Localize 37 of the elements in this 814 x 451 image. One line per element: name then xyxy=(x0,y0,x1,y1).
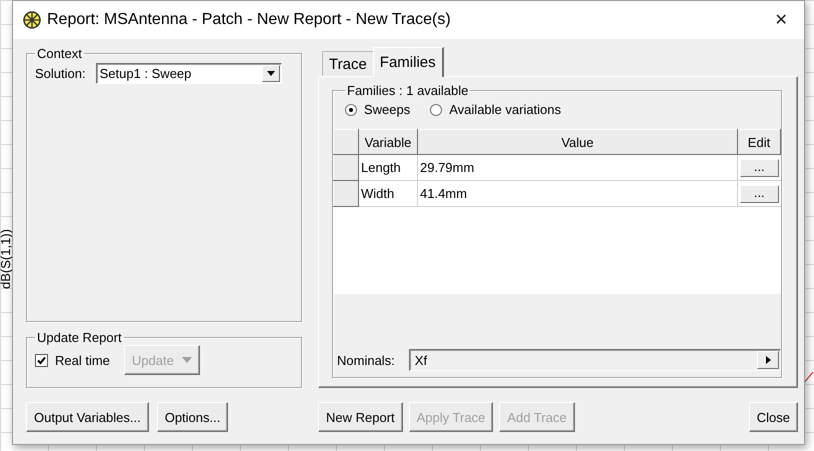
checkbox[interactable] xyxy=(35,354,48,366)
caret-icon xyxy=(182,357,192,363)
close-icon[interactable]: ✕ xyxy=(758,10,804,30)
tab[interactable]: Families xyxy=(372,47,444,77)
column-header: Variable xyxy=(358,130,418,154)
corner-header xyxy=(334,130,358,154)
solution-dropdown[interactable]: Setup1 : Sweep xyxy=(96,63,282,84)
window-title: Report: MSAntenna - Patch - New Report - New Trace(s) xyxy=(47,11,452,29)
plot-curve xyxy=(802,371,814,385)
group-title: Families : 1 available xyxy=(346,83,470,98)
nominals-label: Nominals: xyxy=(337,352,395,368)
column-header: Edit xyxy=(738,130,780,154)
table-cell: 29.79mm xyxy=(418,154,738,180)
edit-button[interactable]: ... xyxy=(740,184,778,202)
axis-label: dB(S(1,1)) xyxy=(0,229,11,289)
group-title: Update Report xyxy=(36,330,123,345)
app-icon xyxy=(23,11,41,29)
tab[interactable]: Trace xyxy=(322,51,374,76)
row-header[interactable] xyxy=(334,180,358,206)
radio-label: Sweeps xyxy=(364,102,410,117)
table-cell: Width xyxy=(358,180,418,206)
row-header[interactable] xyxy=(334,154,358,180)
options-button[interactable]: Options... xyxy=(156,402,228,432)
radio-button[interactable] xyxy=(345,104,357,116)
action-button[interactable]: New Report xyxy=(318,402,403,432)
output-variables-button[interactable]: Output Variables... xyxy=(26,402,149,432)
checkbox-label: Real time xyxy=(55,352,110,368)
radio-button[interactable] xyxy=(430,104,442,116)
close-button[interactable]: Close xyxy=(748,402,798,432)
table-cell: 41.4mm xyxy=(418,180,738,206)
nominals-field[interactable]: Xf xyxy=(408,349,781,371)
solution-label: Solution: xyxy=(35,66,86,81)
edit-button[interactable]: ... xyxy=(740,158,778,176)
group-title: Context xyxy=(36,46,83,61)
column-header: Value xyxy=(418,130,738,154)
radio-label: Available variations xyxy=(449,102,562,117)
table-cell: Length xyxy=(358,154,418,180)
